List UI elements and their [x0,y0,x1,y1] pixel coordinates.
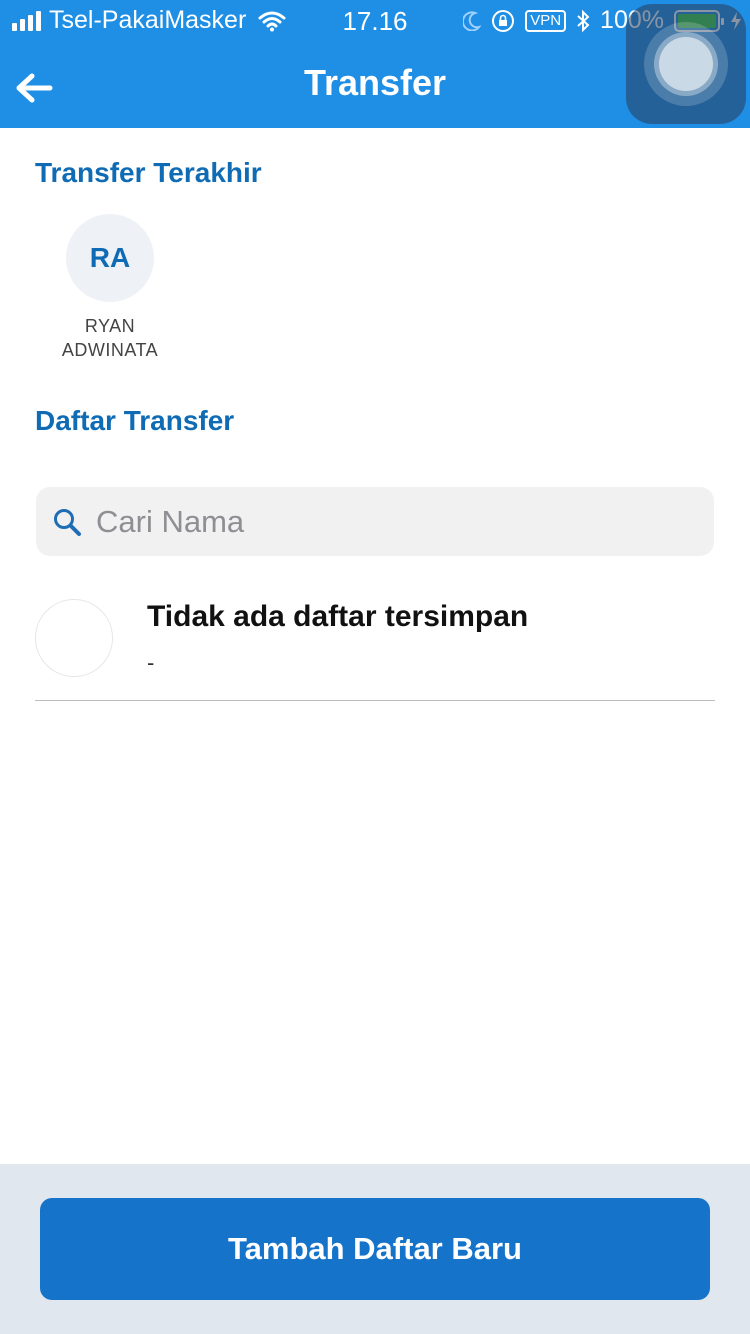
list-avatar [35,599,113,677]
recent-contact-name: RYAN ADWINATA [61,316,159,360]
list-item-title: Tidak ada daftar tersimpan [147,600,529,633]
list-item-subtitle: - [147,650,155,675]
moon-icon [463,10,482,31]
search-icon [54,509,81,536]
rotation-lock-icon [492,9,515,32]
avatar: RA [66,214,154,302]
transfer-list-title: Daftar Transfer [35,405,235,436]
app-header: Tsel-PakaiMasker 17.16 VPN 100% [0,0,750,128]
list-item[interactable]: Tidak ada daftar tersimpan - [35,590,715,701]
add-new-list-button[interactable]: Tambah Daftar Baru [40,1198,710,1300]
assistive-touch-button[interactable] [626,4,746,124]
bluetooth-icon [577,9,590,32]
footer-bar: Tambah Daftar Baru [0,1164,750,1334]
recent-contact-item[interactable]: RA RYAN ADWINATA [50,214,170,362]
recent-transfer-title: Transfer Terakhir [35,157,262,188]
vpn-badge: VPN [525,9,567,32]
search-input[interactable] [94,497,698,547]
search-box[interactable] [36,487,714,556]
